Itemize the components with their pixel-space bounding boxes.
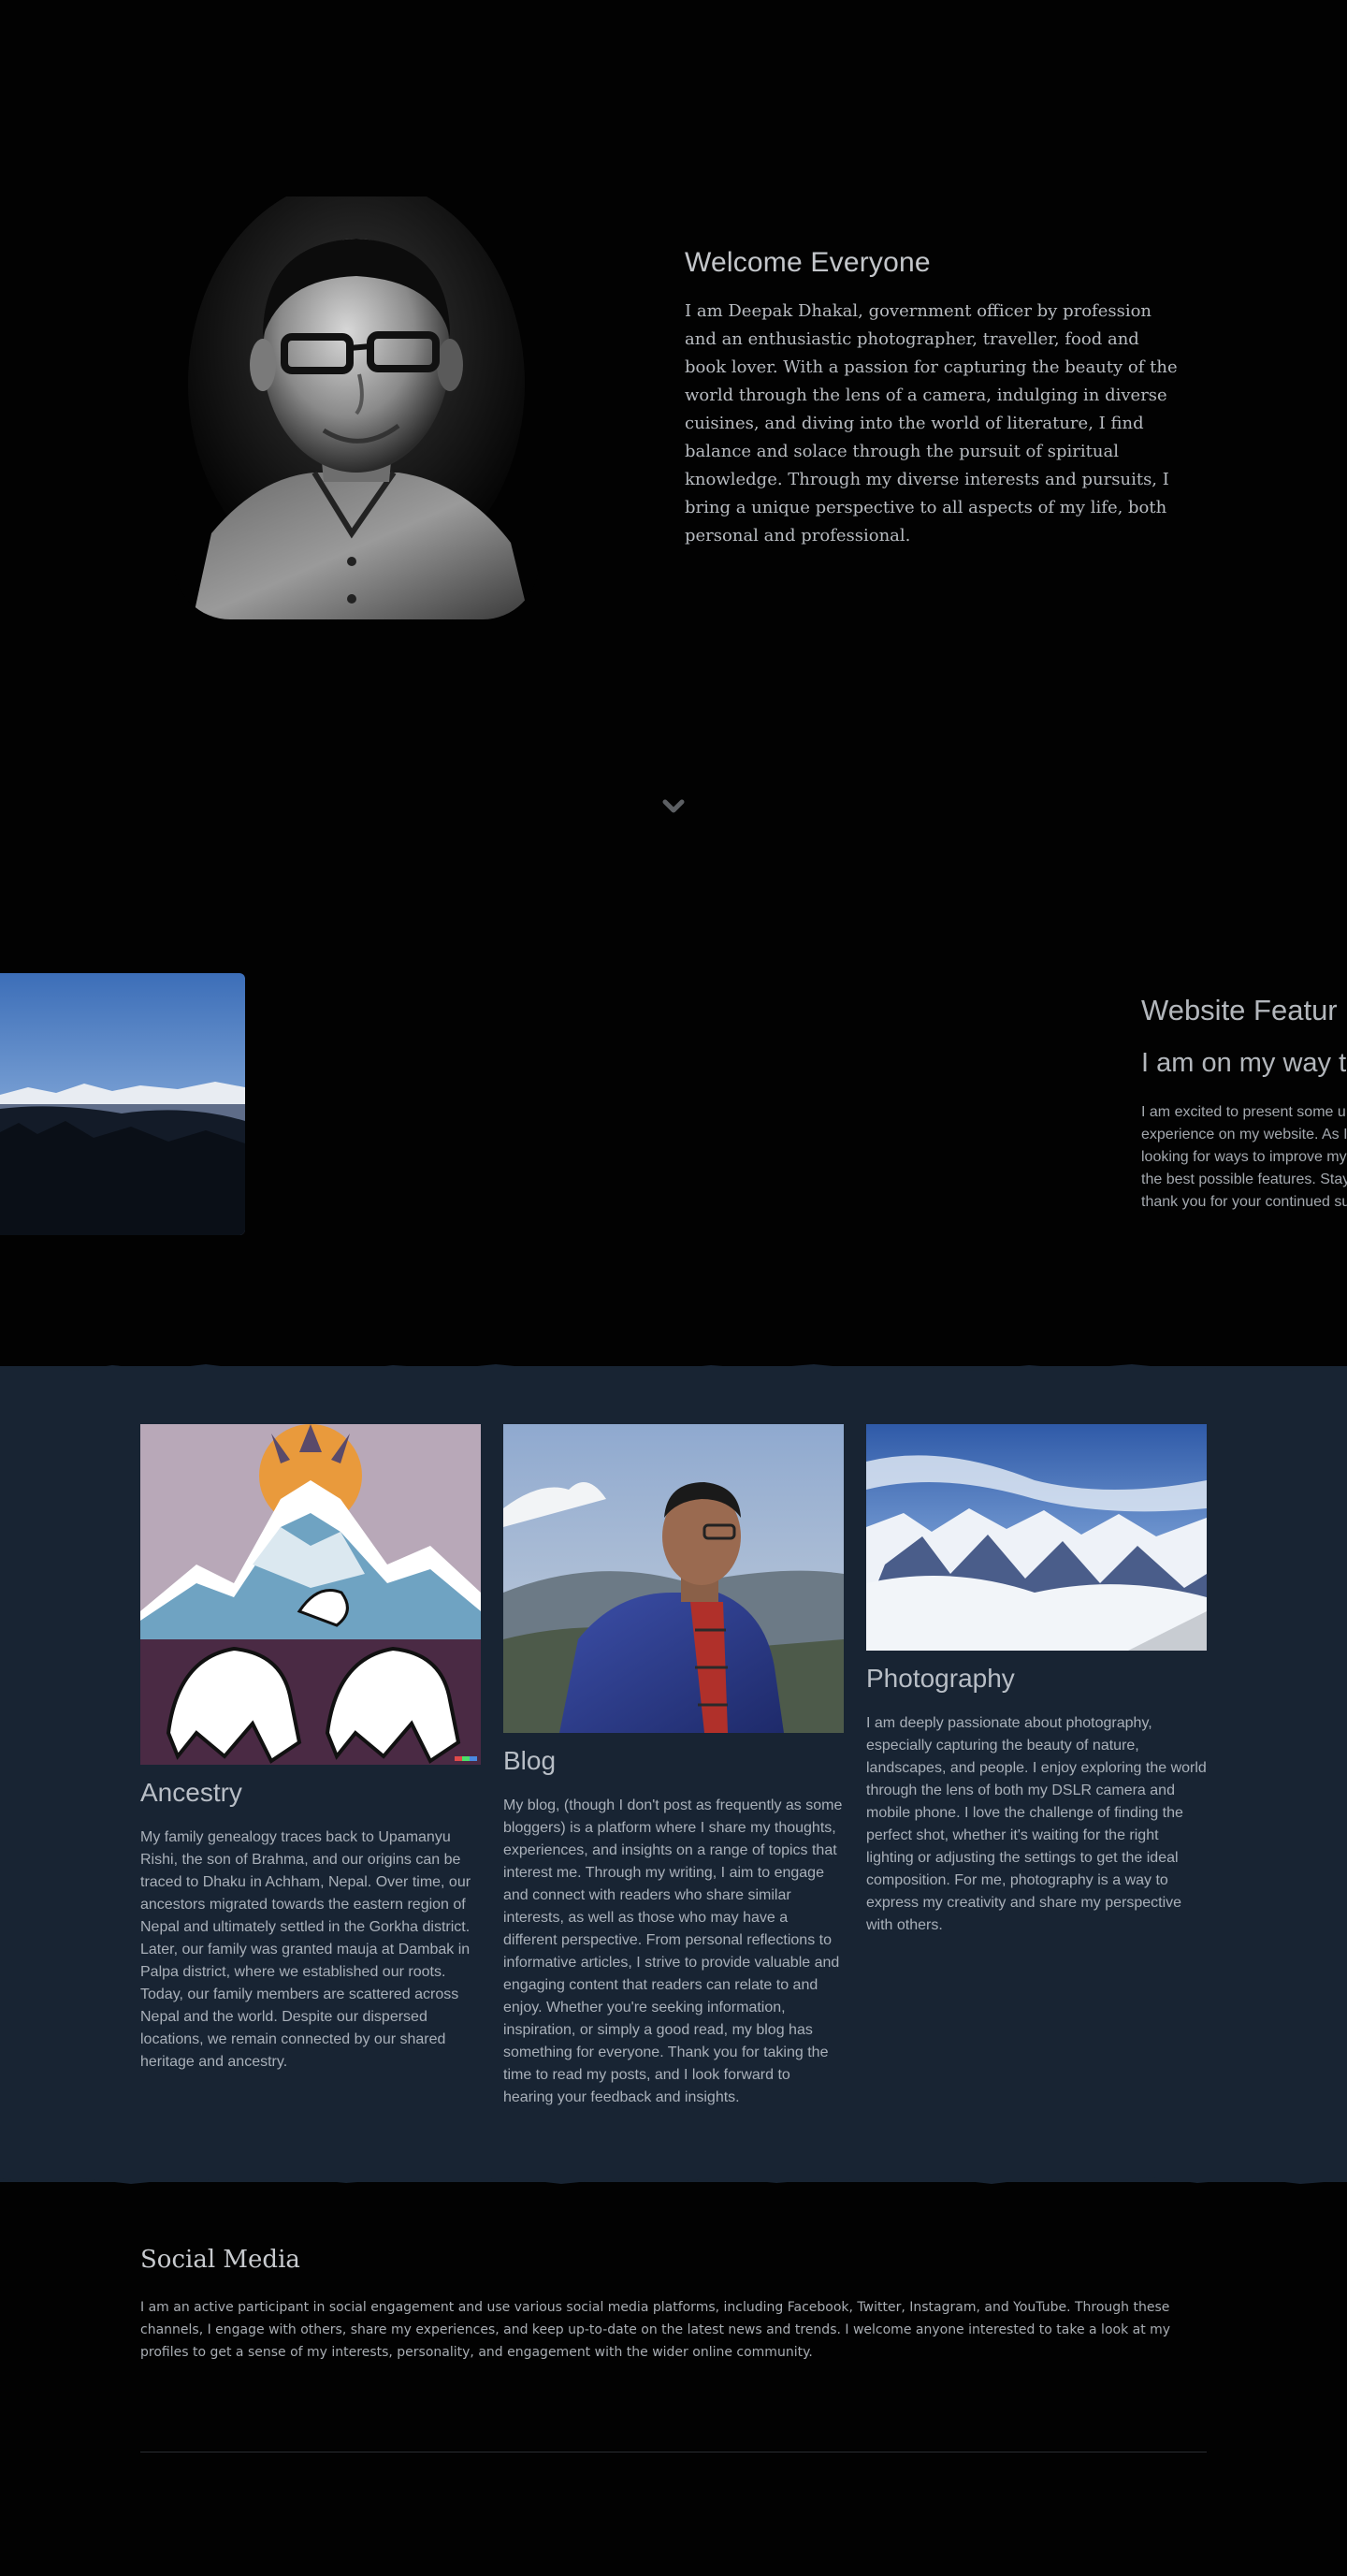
profile-portrait — [174, 196, 539, 619]
photography-image — [866, 1424, 1207, 1651]
card-title[interactable]: Blog — [503, 1746, 844, 1776]
scroll-down-button[interactable] — [660, 797, 687, 816]
card-title[interactable]: Photography — [866, 1664, 1207, 1694]
card-blog[interactable]: Blog My blog, (though I don't post as fr… — [503, 1424, 844, 2109]
features-body-line: thank you for your continued su — [1141, 1194, 1347, 1210]
feature-slide-text: Website Featur I am on my way to I am ex… — [1141, 994, 1347, 1214]
features-subtitle: I am on my way to — [1141, 1048, 1347, 1078]
features-body: I am excited to present some u experienc… — [1141, 1101, 1347, 1214]
social-media-section: Social Media I am an active participant … — [140, 2246, 1207, 2364]
torn-edge-top — [0, 1364, 1347, 1375]
card-ancestry[interactable]: Ancestry My family genealogy traces back… — [140, 1424, 481, 2074]
card-title[interactable]: Ancestry — [140, 1778, 481, 1808]
features-body-line: I am excited to present some u — [1141, 1104, 1346, 1120]
social-body: I am an active participant in social eng… — [140, 2300, 1171, 2360]
features-title: Website Featur — [1141, 994, 1338, 1026]
card-photography[interactable]: Photography I am deeply passionate about… — [866, 1424, 1207, 1937]
hero-intro: I am Deepak Dhakal, government officer b… — [685, 301, 1178, 546]
hero-text: Welcome Everyone I am Deepak Dhakal, gov… — [685, 247, 1180, 550]
torn-edge-bottom — [0, 2173, 1347, 2184]
ancestry-image — [140, 1424, 481, 1765]
card-body: I am deeply passionate about photography… — [866, 1715, 1207, 1933]
portrait-image — [174, 196, 539, 619]
hero-section: Welcome Everyone I am Deepak Dhakal, gov… — [0, 0, 1347, 945]
features-body-line: looking for ways to improve my — [1141, 1149, 1347, 1165]
card-body: My family genealogy traces back to Upama… — [140, 1829, 471, 2070]
features-body-line: the best possible features. Stay — [1141, 1172, 1347, 1187]
card-body: My blog, (though I don't post as frequen… — [503, 1797, 843, 2105]
interests-section: Ancestry My family genealogy traces back… — [0, 1364, 1347, 2184]
hero-title: Welcome Everyone — [685, 247, 931, 278]
feature-slide-image — [0, 973, 245, 1235]
chevron-down-icon — [662, 799, 685, 813]
blog-image — [503, 1424, 844, 1733]
social-title: Social Media — [140, 2246, 300, 2274]
features-body-line: experience on my website. As I — [1141, 1127, 1347, 1142]
